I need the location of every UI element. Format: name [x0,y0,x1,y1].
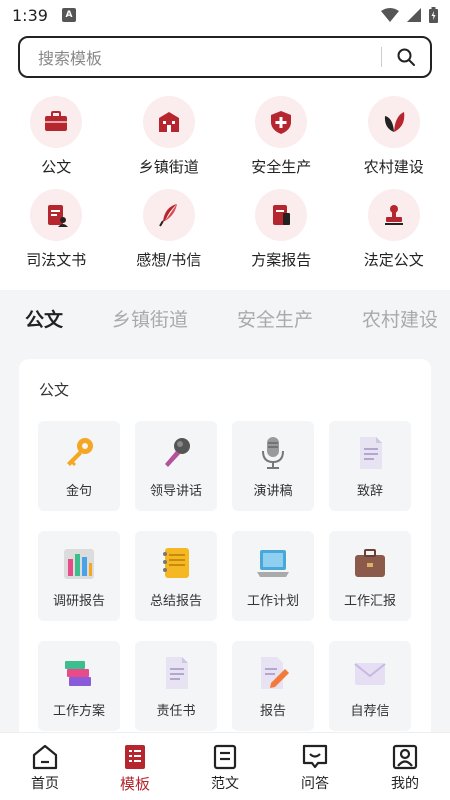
category-label: 公文 [41,158,72,176]
template-grid: 金句 领导讲话 演讲稿 致辞 调研报告 总结报告 工作计划 工作汇报 工作方案 … [38,421,411,731]
chat-icon [302,744,328,769]
nav-article[interactable]: 范文 [180,733,270,800]
template-label: 领导讲话 [149,484,202,499]
home-icon [32,744,58,770]
key-icon [59,433,99,473]
template-label: 自荐信 [350,704,390,719]
search-divider [381,47,382,67]
notebook-icon [156,543,196,583]
category-letters[interactable]: 感想/书信 [113,189,226,270]
battery-icon [429,7,438,23]
template-item[interactable]: 领导讲话 [135,421,217,511]
tab-gongwen[interactable]: 公文 [25,305,63,332]
bar-chart-icon [59,543,99,583]
pencil-document-icon [253,653,293,693]
nav-label: 模板 [119,775,150,793]
template-label: 调研报告 [52,594,105,609]
briefcase-icon [350,543,390,583]
cell-signal-icon [407,8,421,22]
stamp-icon [367,189,420,241]
template-label: 工作方案 [52,704,105,719]
nav-label: 我的 [391,776,419,792]
category-label: 农村建设 [363,158,424,176]
template-icon [125,745,145,769]
nav-home[interactable]: 首页 [0,733,90,800]
nav-label: 问答 [301,776,329,792]
template-item[interactable]: 工作汇报 [329,531,411,621]
tab-township[interactable]: 乡镇街道 [112,305,188,332]
card-title: 公文 [39,381,70,399]
books-icon [59,653,99,693]
template-label: 工作汇报 [343,594,396,609]
search-icon[interactable] [396,47,416,67]
shield-plus-icon [255,96,308,148]
template-label: 责任书 [156,704,196,719]
quill-icon [142,189,195,241]
microphone-icon [156,433,196,473]
status-time: 1:39 [12,5,48,25]
template-label: 金句 [65,484,92,499]
template-label: 总结报告 [149,594,202,609]
bottom-nav: 首页 模板 范文 问答 我的 [0,732,450,800]
article-icon [213,744,237,770]
template-item[interactable]: 自荐信 [329,641,411,731]
template-item[interactable]: 演讲稿 [232,421,314,511]
nav-label: 范文 [211,776,239,792]
template-card: 公文 金句 领导讲话 演讲稿 致辞 调研报告 总结报告 工作计划 工作汇报 工作… [19,359,431,739]
report-icon [255,189,308,241]
search-input[interactable]: 搜索模板 [18,36,432,78]
category-grid: 公文 乡镇街道 安全生产 农村建设 司法文书 感想/书信 方案报告 法定公文 [0,96,450,270]
studio-mic-icon [253,433,293,473]
laptop-icon [253,543,293,583]
status-bar: 1:39 A [0,0,450,30]
wifi-icon [381,8,399,22]
category-tabs: 公文 乡镇街道 安全生产 农村建设 [0,300,450,336]
category-rural[interactable]: 农村建设 [338,96,450,177]
category-label: 司法文书 [26,251,87,269]
template-label: 演讲稿 [253,484,293,499]
category-safety[interactable]: 安全生产 [225,96,338,177]
legal-document-icon [30,189,83,241]
template-item[interactable]: 工作方案 [38,641,120,731]
tab-rural[interactable]: 农村建设 [362,305,438,332]
category-township[interactable]: 乡镇街道 [113,96,226,177]
category-label: 乡镇街道 [138,158,199,176]
template-item[interactable]: 金句 [38,421,120,511]
template-label: 致辞 [356,484,383,499]
category-label: 感想/书信 [136,251,202,269]
category-judicial[interactable]: 司法文书 [0,189,113,270]
template-item[interactable]: 致辞 [329,421,411,511]
search-placeholder: 搜索模板 [38,49,103,68]
nav-label: 首页 [31,776,59,792]
category-label: 安全生产 [251,158,312,176]
profile-icon [392,744,418,770]
category-label: 法定公文 [363,251,424,269]
template-label: 报告 [259,704,286,719]
template-item[interactable]: 总结报告 [135,531,217,621]
template-item[interactable]: 工作计划 [232,531,314,621]
category-label: 方案报告 [251,251,312,269]
template-item[interactable]: 责任书 [135,641,217,731]
briefcase-icon [30,96,83,148]
nav-qa[interactable]: 问答 [270,733,360,800]
nav-profile[interactable]: 我的 [360,733,450,800]
category-gongwen[interactable]: 公文 [0,96,113,177]
template-item[interactable]: 调研报告 [38,531,120,621]
leaf-icon [367,96,420,148]
tab-safety[interactable]: 安全生产 [237,305,313,332]
envelope-icon [350,653,390,693]
building-icon [142,96,195,148]
template-label: 工作计划 [246,594,299,609]
nav-template[interactable]: 模板 [90,733,180,800]
document-icon [350,433,390,473]
category-plan-report[interactable]: 方案报告 [225,189,338,270]
notification-icon: A [61,8,76,22]
document-icon [156,653,196,693]
template-item[interactable]: 报告 [232,641,314,731]
category-statutory[interactable]: 法定公文 [338,189,450,270]
